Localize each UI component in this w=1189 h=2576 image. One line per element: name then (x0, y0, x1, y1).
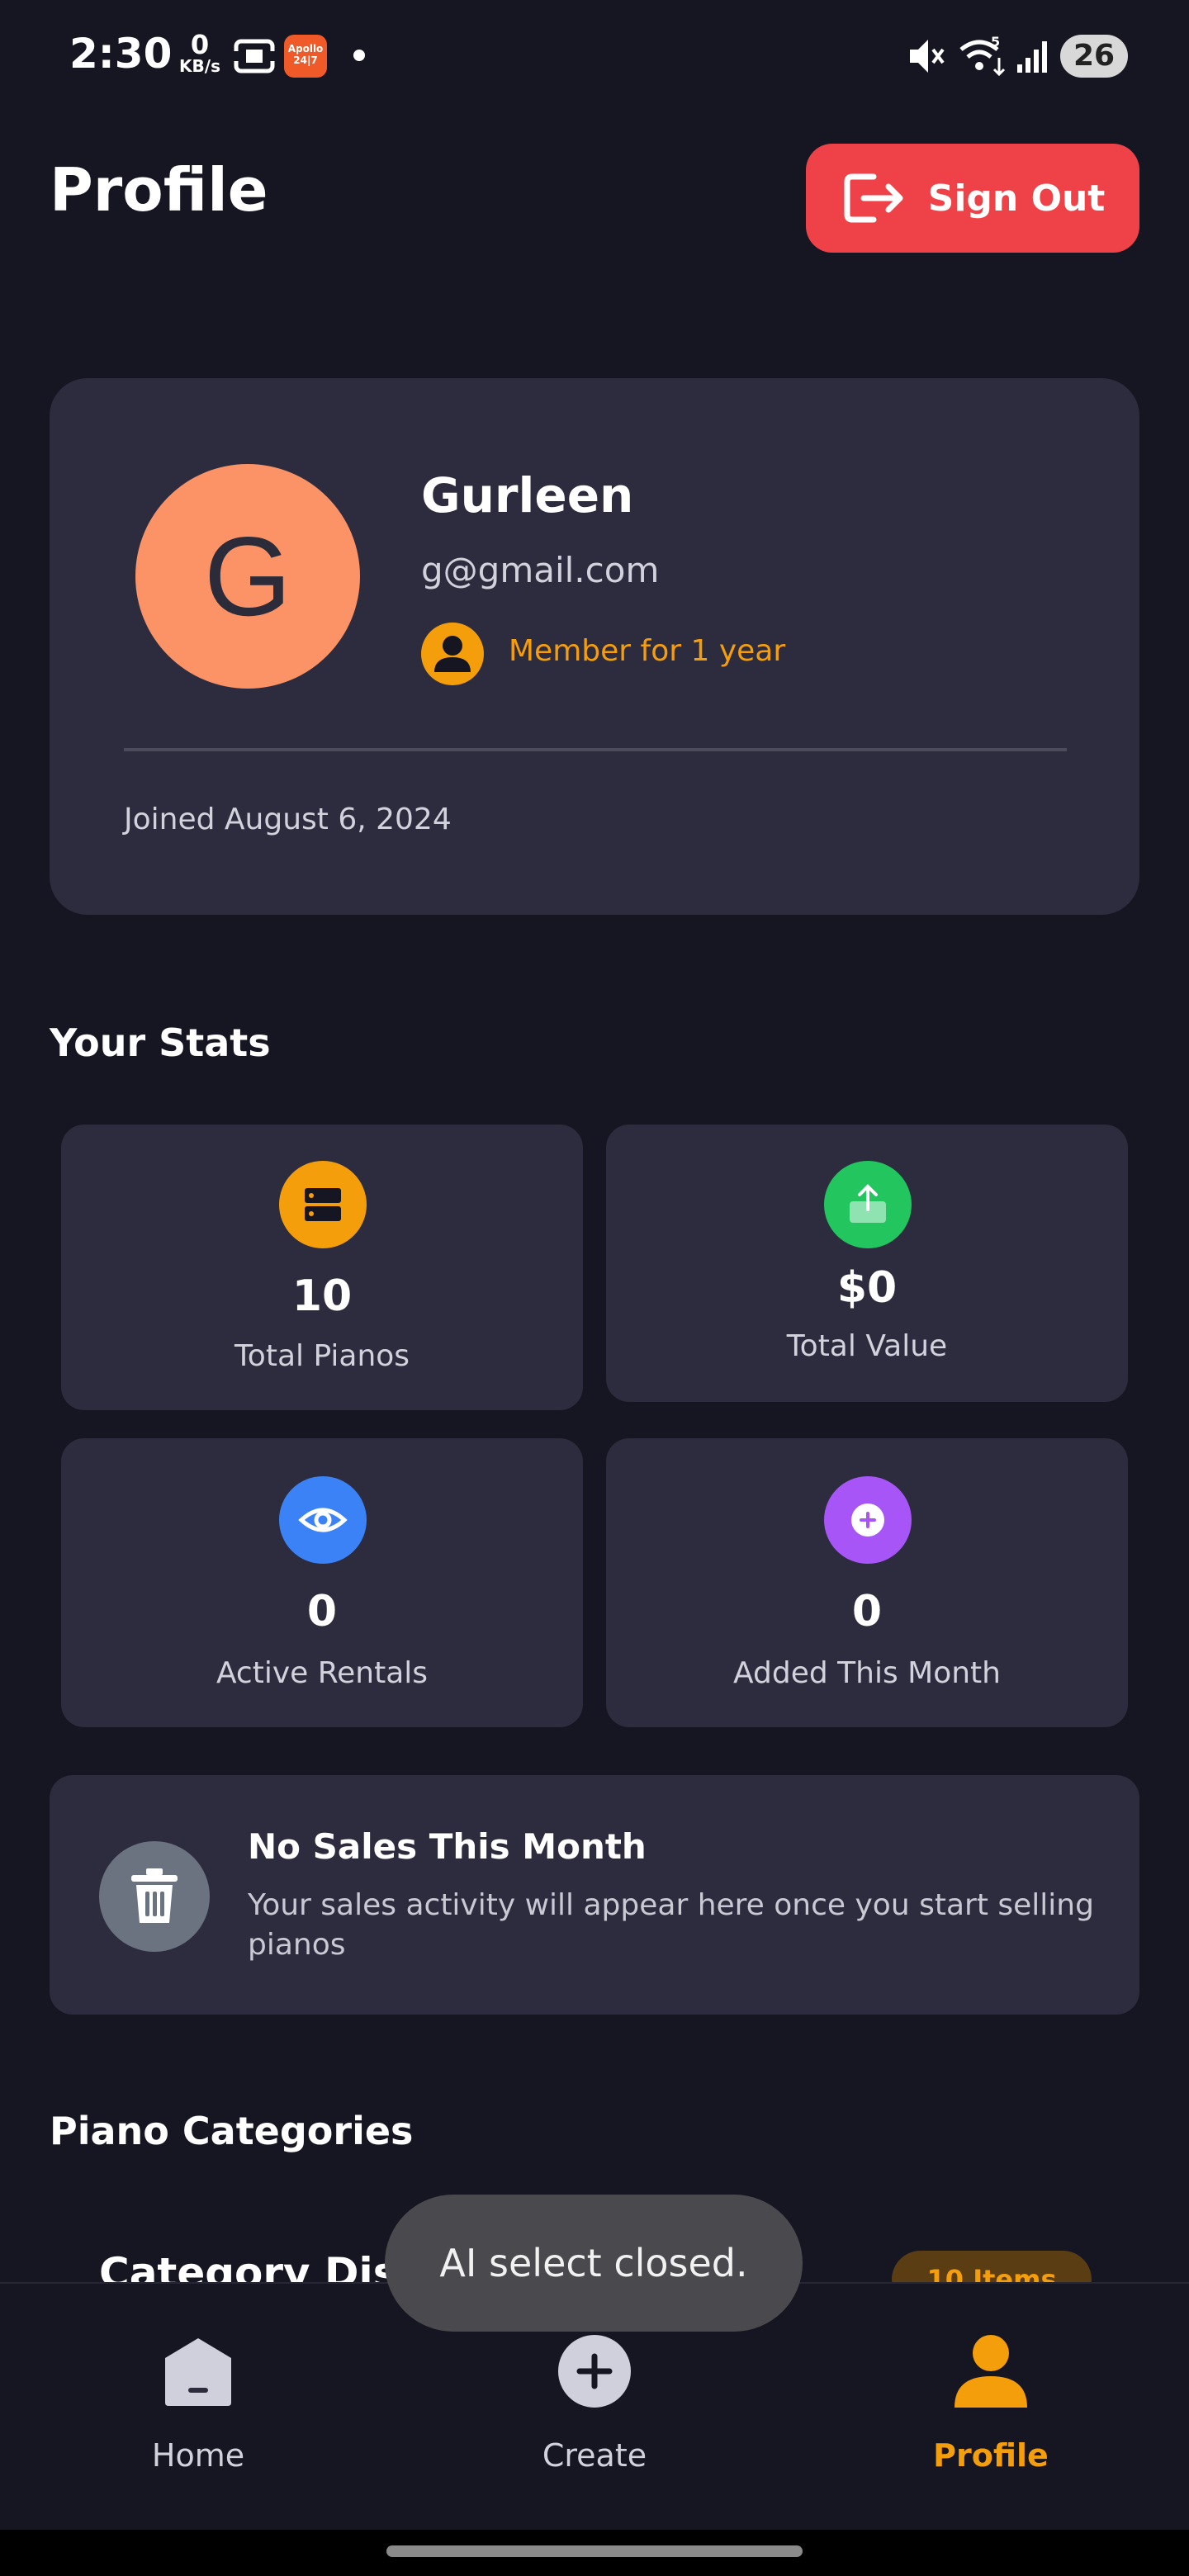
mute-icon (910, 40, 945, 73)
nav-label-home: Home (151, 2437, 245, 2474)
svg-text:5: 5 (991, 34, 1000, 50)
stat-card-active-rentals: 0 Active Rentals (61, 1438, 583, 1727)
network-speed-value: 0 (190, 29, 210, 60)
signal-icon (1017, 41, 1047, 73)
nav-item-home[interactable]: Home (99, 2333, 297, 2498)
sign-out-button[interactable]: Sign Out (806, 144, 1139, 253)
nav-label-create: Create (542, 2437, 647, 2474)
categories-section-title: Piano Categories (50, 2109, 414, 2153)
trash-icon (99, 1841, 210, 1952)
no-sales-description: Your sales activity will appear here onc… (248, 1888, 1094, 1962)
stat-value: 0 (306, 1587, 338, 1636)
joined-date: Joined August 6, 2024 (124, 803, 452, 836)
screenshot-icon (233, 39, 276, 73)
plus-circle-icon (824, 1476, 912, 1564)
member-duration: Member for 1 year (509, 634, 786, 668)
apollo-app-icon: Apollo 24|7 (284, 35, 327, 78)
home-gesture-handle[interactable] (386, 2545, 803, 2557)
nav-item-create[interactable]: Create (495, 2333, 694, 2498)
stat-value: $0 (836, 1263, 898, 1313)
nav-label-profile: Profile (933, 2437, 1049, 2474)
logout-icon (844, 173, 903, 223)
divider (124, 748, 1067, 751)
stat-label: Added This Month (733, 1656, 1001, 1690)
battery-indicator: 26 (1060, 35, 1128, 78)
stat-label: Active Rentals (216, 1656, 429, 1690)
nav-item-profile[interactable]: Profile (892, 2333, 1090, 2498)
stat-value: 0 (851, 1587, 883, 1636)
toast-message: AI select closed. (385, 2195, 803, 2332)
stat-label: Total Pianos (234, 1339, 410, 1373)
stat-card-total-pianos: 10 Total Pianos (61, 1125, 583, 1410)
stat-label: Total Value (786, 1329, 948, 1363)
eye-icon (279, 1476, 367, 1564)
upload-tray-icon (824, 1161, 912, 1248)
profile-card: G Gurleen g@gmail.com Member for 1 year … (50, 378, 1139, 915)
plus-icon (558, 2335, 631, 2408)
person-icon (955, 2335, 1027, 2408)
avatar: G (135, 464, 360, 689)
stat-card-added-this-month: 0 Added This Month (606, 1438, 1128, 1727)
home-icon (165, 2338, 231, 2406)
status-bar: 2:30 0 KB/s Apollo 24|7 5 26 (0, 0, 1189, 107)
person-badge-icon (421, 623, 484, 685)
no-sales-title: No Sales This Month (248, 1826, 647, 1867)
page-title: Profile (50, 155, 268, 225)
status-time: 2:30 (69, 30, 173, 78)
user-email: g@gmail.com (421, 550, 660, 590)
network-speed: 0 KB/s (175, 31, 225, 74)
wifi-icon: 5 (959, 34, 1006, 77)
stack-icon (279, 1161, 367, 1248)
user-name: Gurleen (421, 467, 634, 523)
network-speed-unit: KB/s (179, 56, 220, 76)
stat-card-total-value: $0 Total Value (606, 1125, 1128, 1402)
stats-section-title: Your Stats (50, 1020, 271, 1065)
no-sales-card: No Sales This Month Your sales activity … (50, 1775, 1139, 2015)
stat-value: 10 (291, 1271, 353, 1321)
dot-icon (353, 50, 365, 61)
sign-out-label: Sign Out (927, 177, 1106, 220)
